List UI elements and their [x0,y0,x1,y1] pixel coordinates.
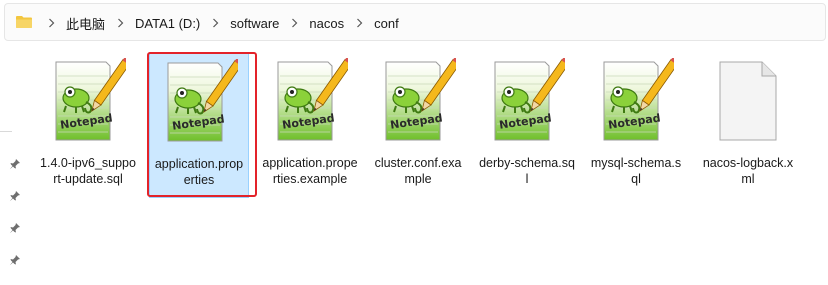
breadcrumb-item-nacos[interactable]: nacos [308,14,345,33]
file-item-selected[interactable]: application.properties [149,52,249,198]
folder-icon [16,16,32,28]
file-name: application.properties.example [262,156,358,186]
chevron-right-icon[interactable] [115,18,125,28]
file-item[interactable]: 1.4.0-ipv6_support-update.sql [38,52,138,198]
pin-icon[interactable] [9,254,21,266]
chevron-right-icon[interactable] [46,18,56,28]
pin-icon[interactable] [9,190,21,202]
file-name: nacos-logback.xml [702,156,794,186]
file-name: 1.4.0-ipv6_support-update.sql [40,156,136,186]
file-item[interactable]: nacos-logback.xml [698,52,798,198]
file-name: cluster.conf.example [374,156,462,186]
chevron-right-icon[interactable] [289,18,299,28]
address-bar[interactable]: 此电脑 DATA1 (D:) software nacos conf [4,3,826,41]
breadcrumb-item-conf[interactable]: conf [373,14,400,33]
file-item[interactable]: application.properties.example [260,52,360,198]
blank-file-icon [710,58,786,144]
notepad-plus-plus-file-icon [489,58,565,144]
pin-icon[interactable] [9,222,21,234]
notepad-plus-plus-file-icon [272,58,348,144]
divider [0,131,12,132]
file-name: derby-schema.sql [479,156,575,186]
navigation-pane-edge [0,44,28,285]
file-item[interactable]: derby-schema.sql [477,52,577,198]
notepad-plus-plus-file-icon [380,58,456,144]
breadcrumb-item-drive[interactable]: DATA1 (D:) [134,14,201,33]
breadcrumb: 此电脑 DATA1 (D:) software nacos conf [37,4,400,42]
file-name: application.properties [154,157,244,187]
notepad-plus-plus-file-icon [598,58,674,144]
file-item[interactable]: mysql-schema.sql [586,52,686,198]
notepad-plus-plus-file-icon [162,59,238,145]
chevron-right-icon[interactable] [210,18,220,28]
breadcrumb-item-software[interactable]: software [229,14,280,33]
file-item[interactable]: cluster.conf.example [368,52,468,198]
chevron-right-icon[interactable] [354,18,364,28]
file-name: mysql-schema.sql [590,156,682,186]
breadcrumb-item-this-pc[interactable]: 此电脑 [65,12,106,35]
pin-icon[interactable] [9,158,21,170]
notepad-plus-plus-file-icon [50,58,126,144]
